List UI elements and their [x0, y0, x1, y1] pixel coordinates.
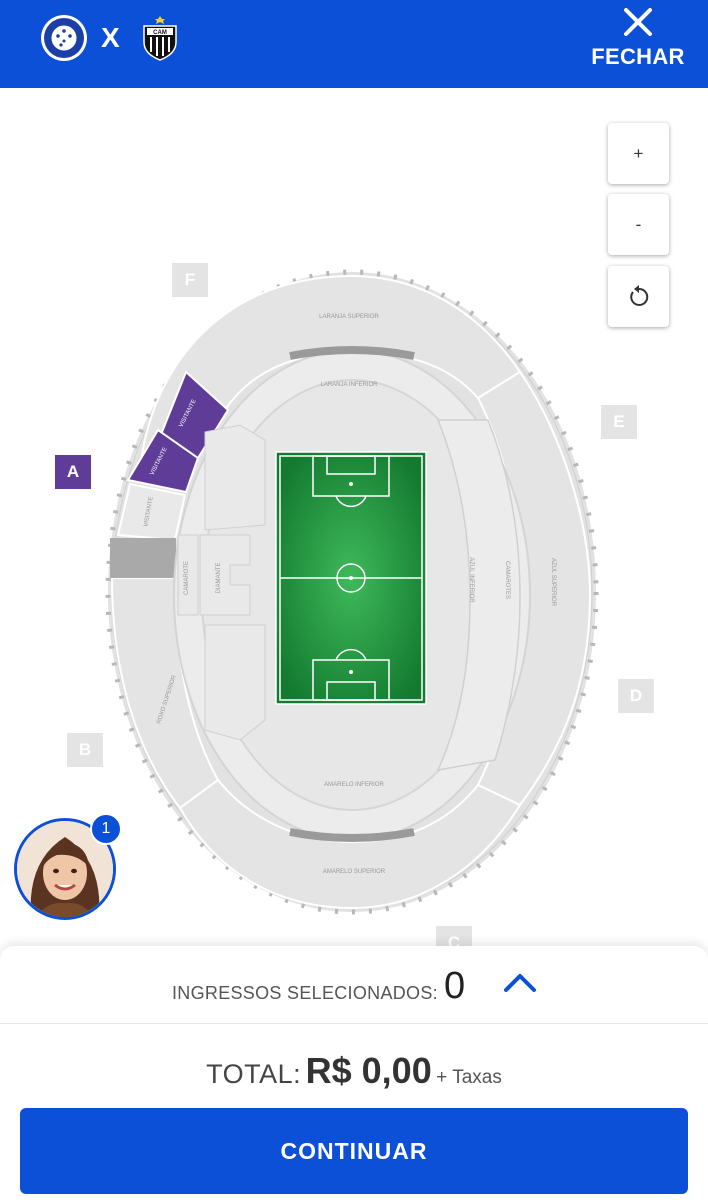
sector-letter-c[interactable]: C	[436, 926, 472, 948]
versus-label: X	[101, 22, 120, 53]
top-bar: X CAM FECHAR	[0, 0, 708, 88]
label-amarelo-superior: AMARELO SUPERIOR	[323, 869, 386, 875]
cam-label: CAM	[153, 30, 167, 36]
label-laranja-inferior: LARANJA INFERIOR	[320, 382, 378, 388]
selected-tickets-count: 0	[444, 965, 466, 1007]
zoom-out-button[interactable]: -	[608, 194, 669, 255]
sector-camarotes-left-top[interactable]	[204, 424, 266, 531]
reset-view-button[interactable]	[608, 266, 669, 327]
label-camarote: CAMAROTE	[184, 561, 190, 595]
sector-closed	[110, 538, 176, 578]
sector-camarotes-left-bottom[interactable]	[204, 624, 266, 741]
close-label: FECHAR	[591, 44, 685, 69]
close-icon	[624, 8, 652, 36]
sector-letter-d[interactable]: D	[618, 679, 654, 713]
sector-letter-e[interactable]: E	[601, 405, 637, 439]
zoom-in-button[interactable]: +	[608, 123, 669, 184]
label-azul-inferior: AZUL INFERIOR	[468, 557, 474, 603]
chevron-up-icon[interactable]	[500, 968, 540, 998]
checkout-panel: INGRESSOS SELECIONADOS: 0 TOTAL: R$ 0,00…	[0, 946, 708, 1200]
atletico-crest-icon: CAM	[143, 16, 177, 61]
continue-button[interactable]: CONTINUAR	[20, 1108, 688, 1194]
total-value: R$ 0,00	[305, 1050, 432, 1091]
reset-icon	[629, 284, 648, 306]
label-azul-superior: AZUL SUPERIOR	[550, 558, 556, 607]
sector-letter-b[interactable]: B	[67, 733, 103, 767]
label-amarelo-inferior: AMARELO INFERIOR	[324, 782, 384, 788]
cruzeiro-crest-icon	[41, 15, 87, 61]
sector-letter-a[interactable]: A	[55, 455, 91, 489]
total-label: TOTAL:	[206, 1059, 302, 1089]
label-camarotes: CAMAROTES	[504, 561, 510, 599]
taxes-label: + Taxas	[436, 1067, 502, 1088]
sector-letter-f[interactable]: F	[172, 263, 208, 297]
label-laranja-superior: LARANJA SUPERIOR	[319, 314, 379, 320]
label-diamante: DIAMANTE	[216, 562, 222, 593]
close-button[interactable]: FECHAR	[590, 0, 690, 88]
selected-tickets-label: INGRESSOS SELECIONADOS:	[172, 983, 438, 1003]
total-row: TOTAL: R$ 0,00 + Taxas	[0, 1050, 708, 1092]
selected-tickets-row[interactable]: INGRESSOS SELECIONADOS: 0	[0, 946, 708, 1024]
chat-notification-badge: 1	[90, 813, 122, 845]
